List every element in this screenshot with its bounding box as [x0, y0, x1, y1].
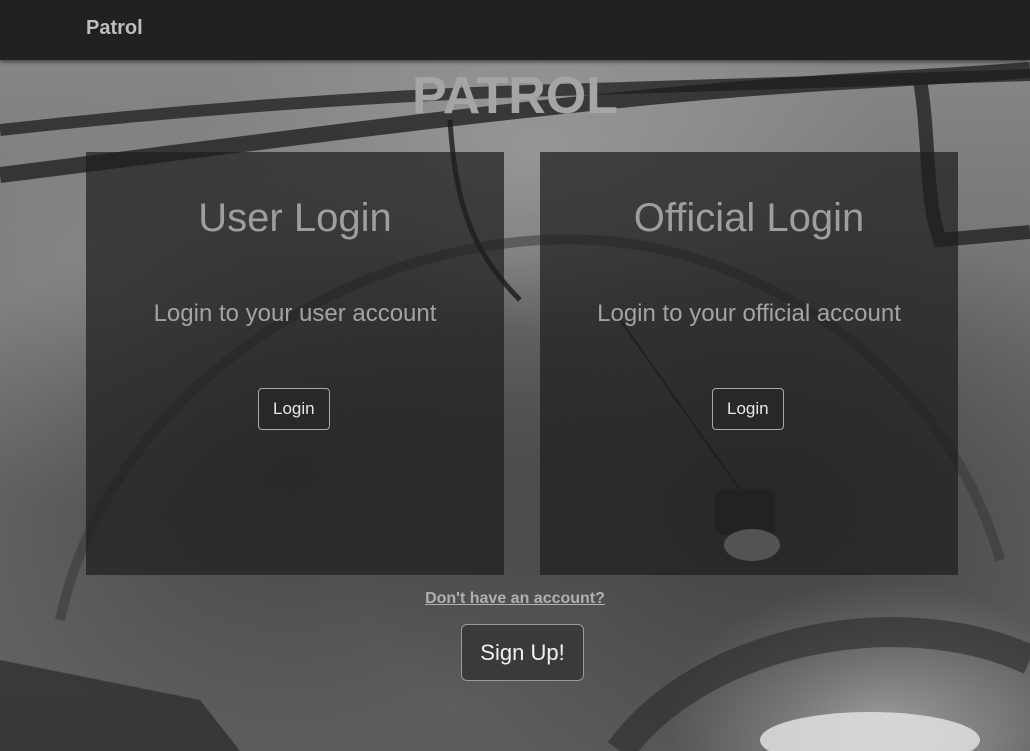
official-login-card: Official Login Login to your official ac…	[540, 152, 958, 575]
user-login-subtitle: Login to your user account	[153, 300, 437, 327]
user-login-title: User Login	[198, 196, 392, 240]
user-login-card: User Login Login to your user account Lo…	[86, 152, 504, 575]
sign-up-button[interactable]: Sign Up!	[461, 624, 584, 681]
navbar: Patrol	[0, 0, 1030, 60]
official-login-subtitle: Login to your official account	[597, 300, 901, 327]
brand-link[interactable]: Patrol	[86, 17, 143, 40]
no-account-prompt: Don't have an account?	[0, 590, 1030, 608]
no-account-link[interactable]: Don't have an account?	[425, 590, 605, 607]
official-login-button[interactable]: Login	[712, 388, 784, 430]
official-login-title: Official Login	[633, 196, 865, 240]
user-login-button[interactable]: Login	[258, 388, 330, 430]
page-title: PATROL	[411, 67, 619, 125]
